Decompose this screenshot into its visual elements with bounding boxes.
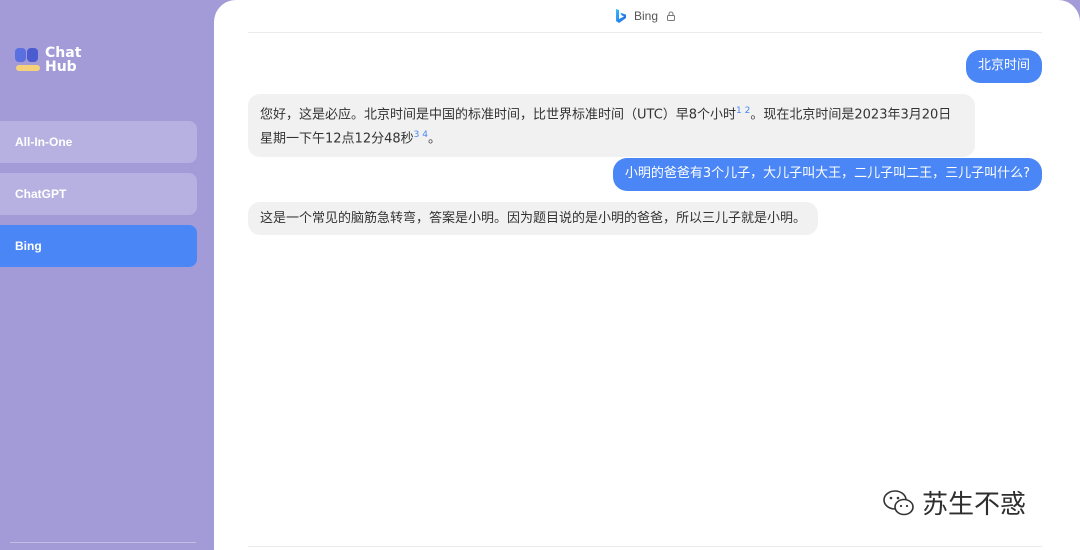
wechat-icon: [883, 489, 914, 515]
input-divider: [248, 546, 1042, 547]
app-logo[interactable]: Chat Hub: [15, 46, 81, 74]
sidebar-item-all-in-one[interactable]: All-In-One: [0, 121, 197, 163]
bot-message: 这是一个常见的脑筋急转弯，答案是小明。因为题目说的是小明的爸爸，所以三儿子就是小…: [248, 202, 819, 235]
watermark: 苏生不惑: [882, 484, 1026, 521]
sidebar: Chat Hub All-In-One ChatGPT Bing: [0, 0, 214, 550]
chat-title: Bing: [633, 9, 659, 23]
sidebar-item-label: ChatGPT: [15, 187, 67, 201]
chat-header: Bing: [248, 0, 1042, 33]
chat-panel: Bing 北京时间 您好，这是必应。北京时间是中国的标准时间，比世界标准时间（U…: [214, 0, 1080, 550]
user-message: 小明的爸爸有3个儿子，大儿子叫大王，二儿子叫二王，三儿子叫什么?: [612, 158, 1042, 191]
sidebar-item-label: All-In-One: [15, 135, 73, 149]
lock-icon[interactable]: [666, 11, 676, 21]
chathub-logo-icon: [15, 46, 41, 74]
sidebar-item-chatgpt[interactable]: ChatGPT: [0, 173, 197, 215]
sidebar-item-bing[interactable]: Bing: [0, 225, 197, 267]
sidebar-divider: [10, 542, 196, 543]
sidebar-item-label: Bing: [15, 239, 42, 253]
user-message: 北京时间: [965, 50, 1042, 83]
citation-link[interactable]: 1 2: [736, 106, 750, 116]
watermark-text: 苏生不惑: [922, 490, 1027, 520]
bing-icon: [615, 9, 626, 23]
app-logo-text: Chat Hub: [45, 45, 82, 75]
bot-message: 您好，这是必应。北京时间是中国的标准时间，比世界标准时间（UTC）早8个小时1 …: [248, 94, 975, 157]
citation-link[interactable]: 3 4: [414, 130, 428, 140]
